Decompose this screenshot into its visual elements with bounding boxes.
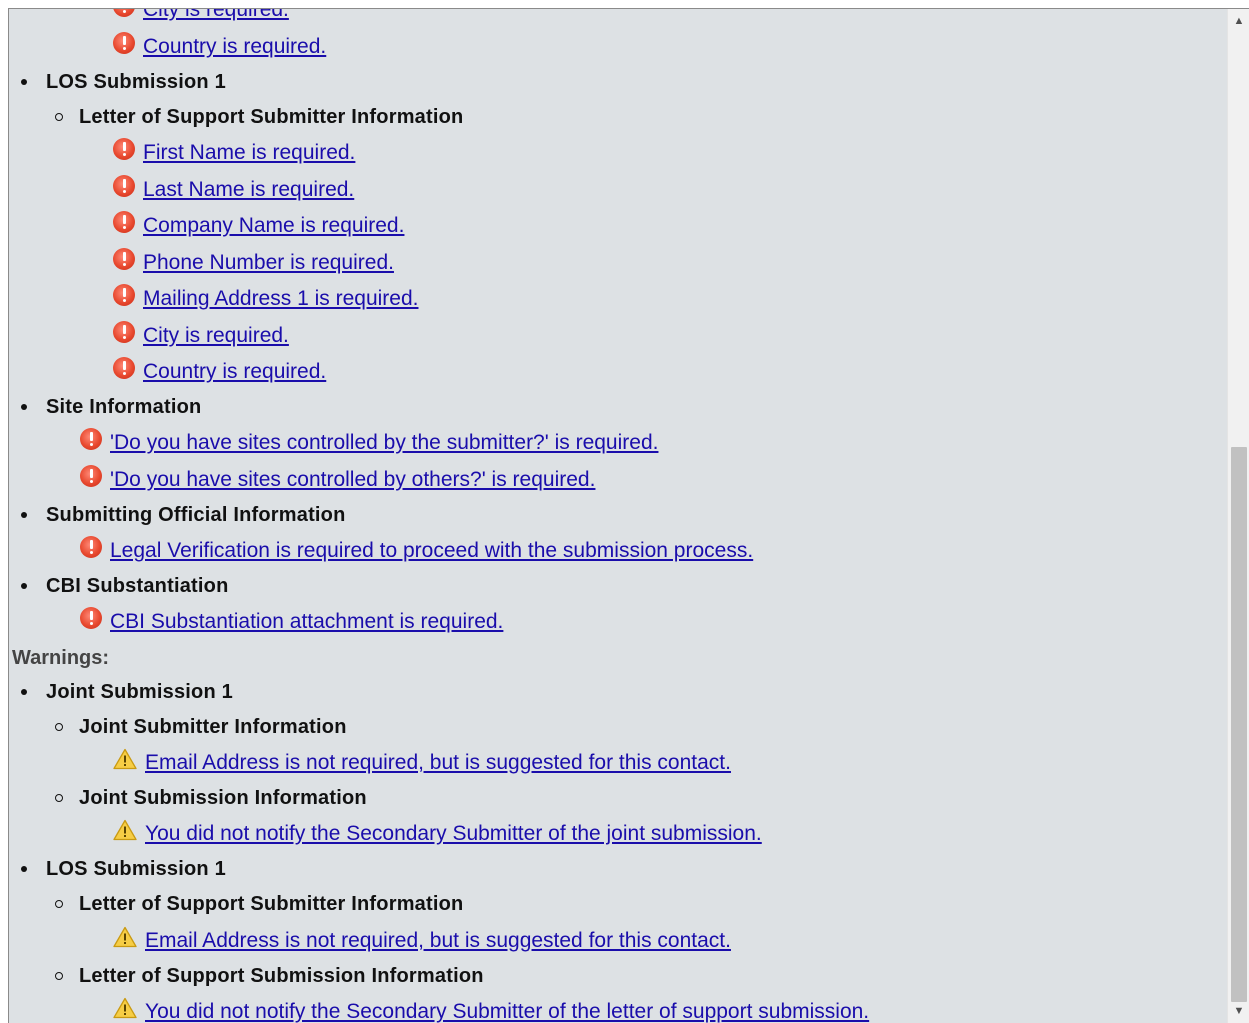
error-icon: [113, 284, 135, 306]
error-link-city[interactable]: City is required.: [143, 9, 289, 22]
error-icon: [113, 32, 135, 54]
subgroup-heading: Letter of Support Submitter Information: [9, 886, 1227, 922]
bullet-icon: [21, 866, 27, 872]
error-link[interactable]: Legal Verification is required to procee…: [110, 539, 753, 563]
bullet-icon: [21, 512, 27, 518]
warning-icon: [113, 926, 137, 948]
list-item: Legal Verification is required to procee…: [9, 533, 1227, 569]
warning-los-submission-info-heading: Letter of Support Submission Information: [79, 964, 484, 987]
error-link[interactable]: First Name is required.: [143, 141, 355, 165]
warning-link[interactable]: You did not notify the Secondary Submitt…: [145, 1000, 869, 1023]
joint-submission-title: Joint Submission 1: [46, 680, 233, 703]
list-item: You did not notify the Secondary Submitt…: [9, 994, 1227, 1023]
subgroup-heading: Letter of Support Submitter Information: [9, 99, 1227, 135]
bullet-icon: [21, 79, 27, 85]
list-item: Mailing Address 1 is required.: [9, 281, 1227, 317]
bullet-icon: [55, 972, 63, 980]
group-heading: LOS Submission 1: [9, 851, 1227, 887]
list-item: Country is required.: [9, 354, 1227, 390]
joint-submission-info-heading: Joint Submission Information: [79, 786, 367, 809]
error-icon: [113, 9, 135, 17]
warning-icon: [113, 997, 137, 1019]
list-item: City is required.: [9, 318, 1227, 354]
error-icon: [113, 175, 135, 197]
list-item: Country is required.: [9, 29, 1227, 65]
bullet-icon: [55, 113, 63, 121]
scroll-down-arrow-icon[interactable]: ▼: [1228, 1001, 1249, 1021]
error-icon: [80, 428, 102, 450]
bullet-icon: [55, 723, 63, 731]
group-heading: CBI Substantiation: [9, 568, 1227, 604]
list-item: Last Name is required.: [9, 172, 1227, 208]
list-item: First Name is required.: [9, 135, 1227, 171]
error-icon: [80, 607, 102, 629]
error-icon: [80, 465, 102, 487]
error-link[interactable]: 'Do you have sites controlled by the sub…: [110, 431, 658, 455]
error-icon: [80, 536, 102, 558]
list-item: Email Address is not required, but is su…: [9, 923, 1227, 959]
warning-icon: [113, 748, 137, 770]
list-item: Email Address is not required, but is su…: [9, 745, 1227, 781]
error-icon: [113, 211, 135, 233]
bullet-icon: [55, 900, 63, 908]
error-icon: [113, 321, 135, 343]
joint-submitter-info-heading: Joint Submitter Information: [79, 715, 347, 738]
warning-link[interactable]: You did not notify the Secondary Submitt…: [145, 822, 762, 846]
warnings-label-row: Warnings:: [9, 640, 1227, 676]
bullet-icon: [21, 404, 27, 410]
list-item: CBI Substantiation attachment is require…: [9, 604, 1227, 640]
error-link-country[interactable]: Country is required.: [143, 35, 326, 59]
list-item: 'Do you have sites controlled by others?…: [9, 462, 1227, 498]
bullet-icon: [55, 794, 63, 802]
error-link[interactable]: Mailing Address 1 is required.: [143, 287, 418, 311]
bullet-icon: [21, 689, 27, 695]
warning-los-submitter-info-heading: Letter of Support Submitter Information: [79, 892, 464, 915]
bullet-icon: [21, 583, 27, 589]
subgroup-heading: Joint Submitter Information: [9, 709, 1227, 745]
group-heading: LOS Submission 1: [9, 64, 1227, 100]
site-information-title: Site Information: [46, 395, 202, 418]
error-link[interactable]: Phone Number is required.: [143, 251, 394, 275]
error-link[interactable]: 'Do you have sites controlled by others?…: [110, 468, 595, 492]
error-link[interactable]: Last Name is required.: [143, 178, 354, 202]
validation-summary-panel: City is required. Country is required. L…: [8, 8, 1249, 1023]
error-link[interactable]: Company Name is required.: [143, 214, 404, 238]
warning-icon: [113, 819, 137, 841]
error-icon: [113, 248, 135, 270]
group-heading: Submitting Official Information: [9, 497, 1227, 533]
error-link[interactable]: CBI Substantiation attachment is require…: [110, 610, 503, 634]
list-item: Company Name is required.: [9, 208, 1227, 244]
submitting-official-title: Submitting Official Information: [46, 503, 346, 526]
subgroup-heading: Joint Submission Information: [9, 780, 1227, 816]
group-heading: Site Information: [9, 389, 1227, 425]
error-link[interactable]: City is required.: [143, 324, 289, 348]
scroll-up-arrow-icon[interactable]: ▲: [1228, 11, 1249, 31]
los-submitter-info-heading: Letter of Support Submitter Information: [79, 105, 464, 128]
scroll-thumb[interactable]: [1231, 447, 1247, 1002]
list-item: Phone Number is required.: [9, 245, 1227, 281]
warnings-label: Warnings:: [12, 646, 110, 669]
subgroup-heading: Letter of Support Submission Information: [9, 958, 1227, 994]
validation-content: City is required. Country is required. L…: [9, 9, 1227, 1023]
list-item: 'Do you have sites controlled by the sub…: [9, 425, 1227, 461]
error-link[interactable]: Country is required.: [143, 360, 326, 384]
warning-link[interactable]: Email Address is not required, but is su…: [145, 929, 731, 953]
vertical-scrollbar[interactable]: ▲ ▼: [1227, 9, 1249, 1023]
error-icon: [113, 138, 135, 160]
list-item: You did not notify the Secondary Submitt…: [9, 816, 1227, 852]
group-heading: Joint Submission 1: [9, 674, 1227, 710]
los-submission-title: LOS Submission 1: [46, 70, 226, 93]
list-item: City is required.: [9, 9, 1227, 28]
warning-los-submission-title: LOS Submission 1: [46, 857, 226, 880]
warning-link[interactable]: Email Address is not required, but is su…: [145, 751, 731, 775]
cbi-substantiation-title: CBI Substantiation: [46, 574, 229, 597]
error-icon: [113, 357, 135, 379]
